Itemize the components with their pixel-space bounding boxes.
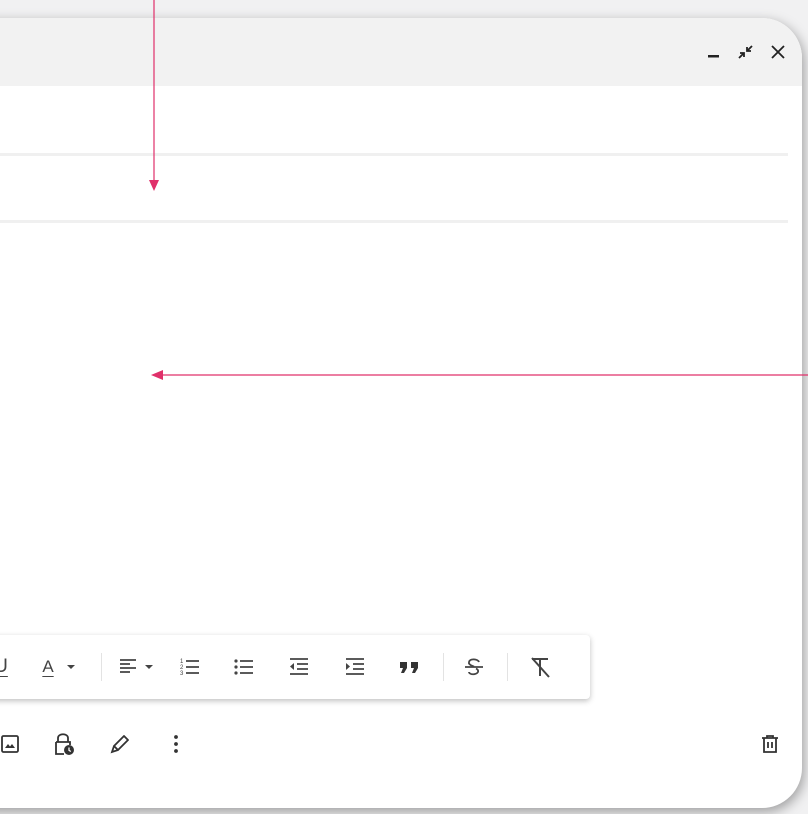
exit-fullscreen-icon bbox=[738, 45, 753, 59]
confidential-mode-button[interactable] bbox=[50, 730, 78, 758]
indent-less-icon bbox=[290, 658, 308, 675]
exit-fullscreen-button[interactable] bbox=[734, 40, 758, 64]
subject-field[interactable] bbox=[0, 158, 788, 218]
recipients-field-divider bbox=[0, 153, 788, 156]
close-button[interactable] bbox=[766, 40, 790, 64]
align-button[interactable] bbox=[115, 651, 157, 683]
compose-titlebar bbox=[0, 18, 802, 86]
quote-icon bbox=[400, 662, 418, 673]
insert-photo-icon bbox=[1, 735, 19, 753]
remove-formatting-icon bbox=[531, 657, 550, 678]
trash-icon bbox=[762, 735, 778, 753]
lock-clock-icon bbox=[55, 733, 74, 755]
subject-field-divider bbox=[0, 220, 788, 223]
toolbar-separator bbox=[507, 653, 508, 681]
more-vert-icon bbox=[174, 735, 178, 753]
indent-more-icon bbox=[346, 658, 364, 675]
svg-text:3: 3 bbox=[180, 671, 184, 677]
underline-label: U bbox=[0, 656, 8, 677]
formatting-toolbar: U A 1 2 3 bbox=[0, 635, 590, 699]
message-body[interactable] bbox=[0, 228, 788, 628]
strikethrough-icon bbox=[465, 658, 483, 676]
compose-window: U A 1 2 3 bbox=[0, 18, 802, 808]
dropdown-arrow-icon bbox=[145, 665, 153, 669]
underline-button[interactable]: U bbox=[0, 651, 15, 683]
discard-draft-button[interactable] bbox=[756, 730, 784, 758]
bulleted-list-icon bbox=[234, 659, 253, 675]
align-left-icon bbox=[120, 659, 136, 673]
insert-signature-button[interactable] bbox=[106, 730, 134, 758]
toolbar-separator bbox=[443, 653, 444, 681]
pen-icon bbox=[110, 735, 129, 754]
text-color-label: A bbox=[42, 657, 54, 676]
indent-more-button[interactable] bbox=[341, 651, 369, 683]
dropdown-arrow-icon bbox=[66, 665, 75, 669]
text-color-button[interactable]: A bbox=[34, 651, 84, 683]
strikethrough-button[interactable] bbox=[460, 651, 488, 683]
quote-button[interactable] bbox=[396, 651, 424, 683]
insert-photo-button[interactable] bbox=[0, 730, 24, 758]
close-icon bbox=[771, 45, 785, 59]
minimize-button[interactable] bbox=[702, 40, 726, 64]
numbered-list-button[interactable]: 1 2 3 bbox=[176, 651, 204, 683]
remove-formatting-button[interactable] bbox=[525, 651, 555, 683]
toolbar-separator bbox=[101, 653, 102, 681]
minimize-icon bbox=[708, 55, 719, 58]
more-options-button[interactable] bbox=[162, 730, 190, 758]
bulleted-list-button[interactable] bbox=[230, 651, 258, 683]
indent-less-button[interactable] bbox=[285, 651, 313, 683]
numbered-list-icon: 1 2 3 bbox=[180, 659, 199, 677]
